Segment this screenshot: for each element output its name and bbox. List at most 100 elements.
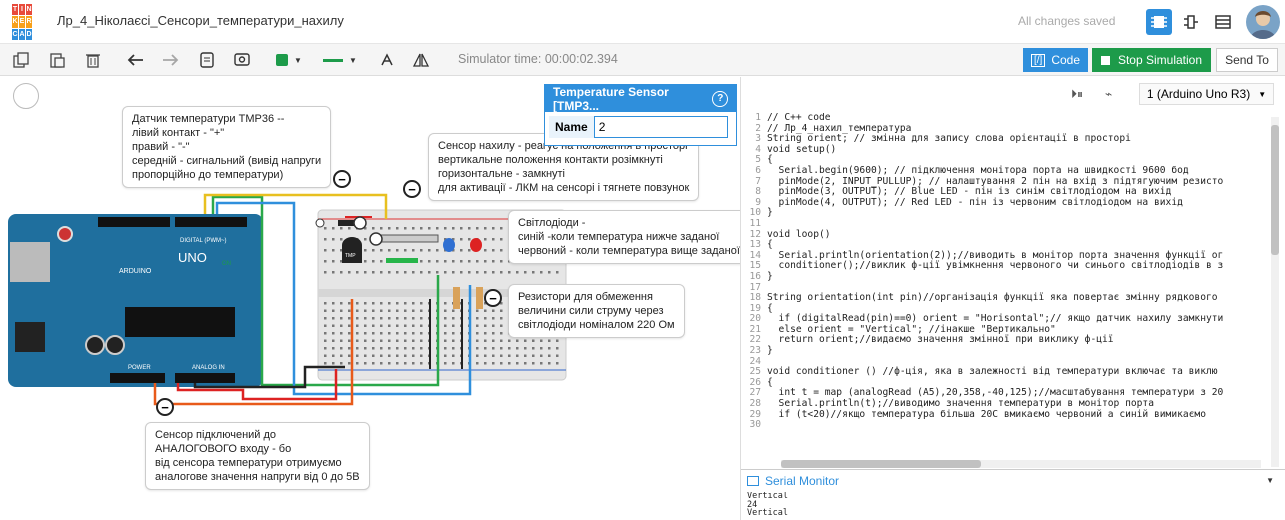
breadboard-hole xyxy=(388,302,391,305)
code-h-scrollbar[interactable] xyxy=(781,460,1261,468)
step-icon[interactable]: ⏵⏸ xyxy=(1071,87,1083,102)
breadboard-hole xyxy=(516,271,519,274)
breadboard-hole xyxy=(460,249,463,252)
note-resistors-collapse-icon[interactable]: − xyxy=(484,289,502,307)
wire-type-icon[interactable]: ▼ xyxy=(318,50,362,70)
breadboard-hole xyxy=(524,339,527,342)
breadboard-hole xyxy=(372,317,375,320)
code-line[interactable]: 10} xyxy=(743,208,1267,219)
serial-line: Vertical xyxy=(747,492,788,501)
breadboard-hole xyxy=(380,362,383,365)
breadboard-hole xyxy=(444,227,447,230)
code-line[interactable]: 11 xyxy=(743,218,1267,230)
breadboard-hole xyxy=(412,324,415,327)
code-line[interactable]: 6 Serial.begin(9600); // підключення мон… xyxy=(743,164,1267,177)
code-editor[interactable]: 1// C++ code 2// Лр_4_нахил_температура 3 S… xyxy=(743,113,1267,471)
code-scrollbar[interactable] xyxy=(1271,117,1279,467)
editor-toolbar: ▼ ▼ Simulator time: 00:00:02.394 [/] Code… xyxy=(0,44,1285,76)
device-select[interactable]: 1 (Arduino Uno R3) ▼ xyxy=(1139,83,1274,105)
user-avatar[interactable] xyxy=(1246,5,1280,39)
code-line[interactable]: 30 xyxy=(743,420,1267,431)
code-button[interactable]: [/] Code xyxy=(1023,48,1088,72)
serial-line: 24 xyxy=(747,499,758,510)
note-analog-collapse-icon[interactable]: − xyxy=(156,398,174,416)
note-resistors[interactable]: Резистори для обмеження величини сили ст… xyxy=(508,284,685,338)
breadboard-hole xyxy=(476,354,479,357)
breadboard-hole xyxy=(364,271,367,274)
note-leds[interactable]: Світлодіоди - синій -коли температура ни… xyxy=(508,210,750,264)
code-text: Serial.begin(9600); // підключення моніт… xyxy=(767,164,1189,176)
code-line[interactable]: 18 String orientation(int pin)//організац… xyxy=(743,292,1267,304)
name-input[interactable] xyxy=(593,116,728,138)
annotation-visibility-icon[interactable] xyxy=(231,50,253,70)
breadboard-hole xyxy=(412,362,415,365)
debug-icon[interactable]: ⌁ xyxy=(1105,87,1112,101)
breadboard-hole xyxy=(444,347,447,350)
note-tmp36[interactable]: Датчик температури TMP36 -- лівий контак… xyxy=(122,106,332,188)
help-icon[interactable]: ? xyxy=(712,90,728,107)
breadboard-hole xyxy=(356,339,359,342)
breadboard-hole xyxy=(332,317,335,320)
code-line[interactable]: 25 void conditioner () //ф-ція, яка в зал… xyxy=(743,367,1267,378)
breadboard-hole xyxy=(372,339,375,342)
breadboard-hole xyxy=(324,249,327,252)
logo-letter: I xyxy=(19,4,25,16)
note-tilt-collapse-icon[interactable]: − xyxy=(403,180,421,198)
breadboard-hole xyxy=(388,362,391,365)
undo-icon[interactable] xyxy=(124,50,146,70)
note-analog-input[interactable]: Сенсор підключений до АНАЛОГОВОГО входу … xyxy=(145,422,370,490)
breadboard-hole xyxy=(444,302,447,305)
components-list-icon[interactable] xyxy=(1210,9,1236,35)
breadboard-hole xyxy=(404,332,407,335)
breadboard-hole xyxy=(532,347,535,350)
breadboard-hole xyxy=(388,324,391,327)
breadboard-hole xyxy=(452,339,455,342)
project-title[interactable]: Лр_4_Ніколаєсі_Сенсори_температури_нахил… xyxy=(57,13,344,28)
breadboard-hole xyxy=(364,332,367,335)
breadboard-hole xyxy=(508,362,511,365)
circuit-view-icon[interactable] xyxy=(1146,9,1172,35)
code-line[interactable]: 1 // C++ code xyxy=(743,113,1267,124)
logo-letter: A xyxy=(19,28,25,40)
breadboard-hole xyxy=(364,339,367,342)
tinkercad-logo[interactable]: T I N K E R C A D xyxy=(12,4,32,40)
serial-monitor-bar[interactable]: Serial Monitor ▼ xyxy=(741,469,1285,491)
breadboard-hole xyxy=(324,309,327,312)
breadboard-hole xyxy=(372,332,375,335)
color-picker-icon[interactable]: ▼ xyxy=(272,50,306,70)
notes-icon[interactable] xyxy=(196,50,218,70)
copy-icon[interactable] xyxy=(10,50,32,70)
serial-collapse-icon[interactable]: ▼ xyxy=(1266,476,1274,485)
code-text: return orient;//видаємо значення змінної… xyxy=(767,334,1114,346)
code-line[interactable]: 12 void loop() xyxy=(743,229,1267,241)
resistor-2 xyxy=(476,287,483,309)
on-label: ON xyxy=(222,261,231,267)
breadboard-hole xyxy=(548,354,551,357)
stop-button-label: Stop Simulation xyxy=(1117,53,1203,67)
code-line[interactable]: 29 if (t<20)//якщо температура більша 20… xyxy=(743,409,1267,421)
breadboard-hole xyxy=(380,260,383,263)
flip-icon[interactable] xyxy=(410,50,432,70)
code-line[interactable]: 9 pinMode(4, OUTPUT); // Red LED - пін і… xyxy=(743,197,1267,209)
redo-icon[interactable] xyxy=(160,50,182,70)
paste-icon[interactable] xyxy=(46,50,68,70)
breadboard-hole xyxy=(324,260,327,263)
code-line[interactable]: 23} xyxy=(743,345,1267,357)
stop-simulation-button[interactable]: Stop Simulation xyxy=(1092,48,1211,72)
code-line[interactable]: 16} xyxy=(743,270,1267,283)
code-line[interactable]: 22 return orient;//видаємо значення змін… xyxy=(743,335,1267,346)
breadboard-hole xyxy=(540,354,543,357)
schematic-view-icon[interactable] xyxy=(1178,9,1204,35)
line-number: 16 xyxy=(749,270,761,282)
breadboard-hole xyxy=(484,354,487,357)
send-to-button[interactable]: Send To xyxy=(1216,48,1278,72)
code-line[interactable]: 15 conditioner();//виклик ф-ції увімкнен… xyxy=(743,261,1267,272)
breadboard-hole xyxy=(484,309,487,312)
code-line[interactable]: 4 void setup() xyxy=(743,144,1267,156)
breadboard-hole xyxy=(500,332,503,335)
delete-icon[interactable] xyxy=(82,50,104,70)
breadboard-hole xyxy=(420,339,423,342)
note-tmp36-collapse-icon[interactable]: − xyxy=(333,170,351,188)
rotate-icon[interactable] xyxy=(376,50,398,70)
breadboard-hole xyxy=(388,347,391,350)
